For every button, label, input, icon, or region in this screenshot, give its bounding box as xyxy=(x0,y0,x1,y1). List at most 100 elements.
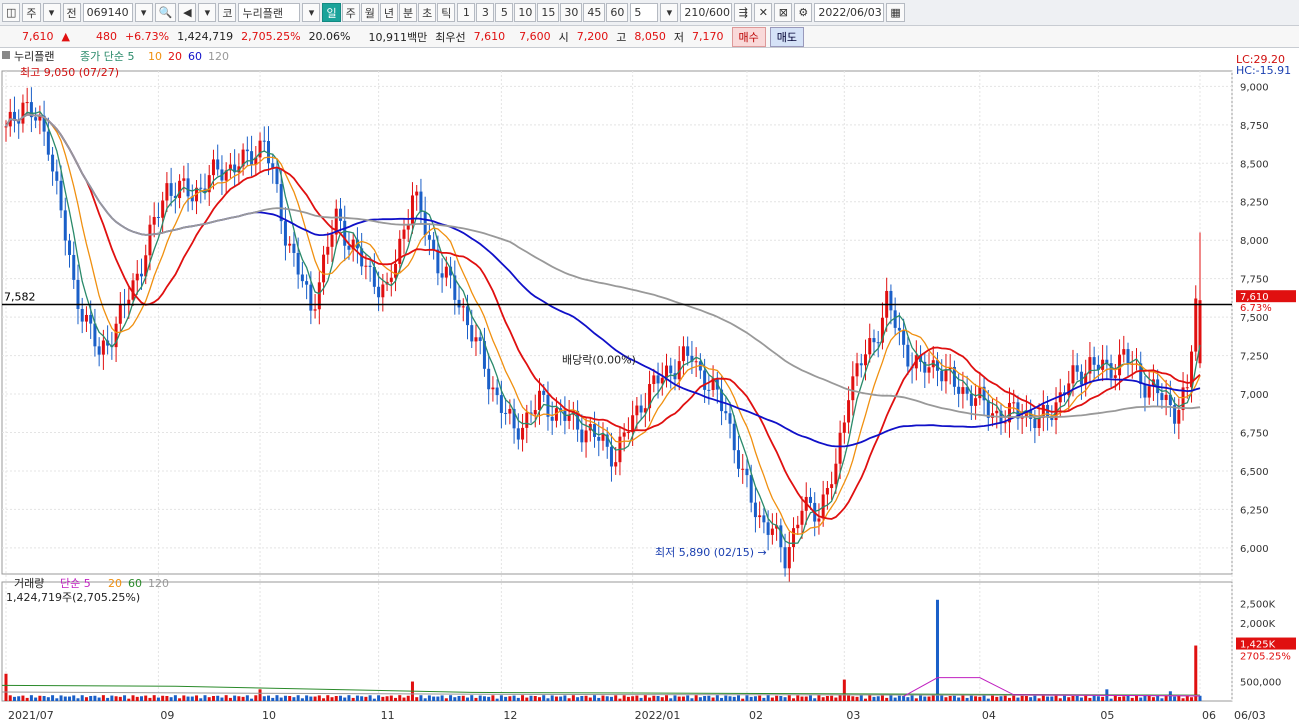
candle-body xyxy=(762,515,766,523)
volume-bar xyxy=(275,695,279,701)
candle-body xyxy=(597,436,601,441)
x-tick-label: 12 xyxy=(503,709,517,722)
volume-bar xyxy=(605,696,609,701)
search-icon[interactable]: 🔍 xyxy=(154,3,177,22)
buy-button[interactable]: 매수 xyxy=(731,26,766,47)
candle-body xyxy=(474,337,478,342)
stock-code-input[interactable]: 069140 xyxy=(82,3,133,22)
candle-body xyxy=(974,398,978,406)
candle-body xyxy=(440,273,444,278)
speaker-icon[interactable]: ◀ xyxy=(178,3,197,22)
current-price: 7,610 xyxy=(22,30,54,43)
candle-body xyxy=(326,246,330,255)
tab-interval-3[interactable]: 10 xyxy=(514,3,537,22)
tab-period-0[interactable]: 일 xyxy=(322,3,341,22)
volume-bar xyxy=(250,698,254,701)
chevron-down-icon[interactable]: ▾ xyxy=(198,3,217,22)
volume-bar xyxy=(817,695,821,701)
volume-bar xyxy=(1016,697,1020,701)
candle-body xyxy=(347,245,351,250)
volume-bar xyxy=(766,695,770,701)
tab-period-3[interactable]: 년 xyxy=(379,3,398,22)
amount-value: 10,911백만 xyxy=(368,30,428,44)
x-tick-label: 02 xyxy=(749,709,763,722)
candle-body xyxy=(694,361,698,363)
tab-interval-0[interactable]: 1 xyxy=(457,3,476,22)
chart-tools-icon[interactable]: ⇶ xyxy=(734,3,753,22)
chevron-down-icon[interactable]: ▾ xyxy=(42,3,61,22)
candle-body xyxy=(309,284,313,311)
tab-period-5[interactable]: 초 xyxy=(418,3,437,22)
count-field[interactable]: 210/600 xyxy=(680,3,733,22)
interval-input[interactable]: 5 xyxy=(630,3,659,22)
chevron-down-icon[interactable]: ▾ xyxy=(134,3,153,22)
low-note: 최저 5,890 (02/15) → xyxy=(655,546,767,559)
tab-interval-5[interactable]: 30 xyxy=(560,3,583,22)
tab-period-4[interactable]: 분 xyxy=(398,3,418,22)
panel-menu-icon[interactable] xyxy=(2,51,10,59)
candle-body xyxy=(1177,410,1181,424)
best-bid-value: 7,600 xyxy=(519,30,551,43)
volume-bar xyxy=(182,695,186,701)
candle-body xyxy=(63,210,67,241)
volume-bar xyxy=(546,698,550,701)
indicator-icon[interactable]: ⊠ xyxy=(774,3,793,22)
chevron-down-icon[interactable]: ▾ xyxy=(660,3,679,22)
stock-name-field[interactable]: 누리플랜 xyxy=(238,3,301,22)
volume-bar xyxy=(72,695,76,701)
volume-bar xyxy=(402,697,406,701)
price-tick-label: 6,000 xyxy=(1240,544,1269,555)
hc-label: HC:-15.91 xyxy=(1236,64,1291,77)
volume-bar xyxy=(419,695,423,701)
candle-body xyxy=(80,308,84,322)
candle-body xyxy=(533,410,537,415)
volume-bar xyxy=(478,695,482,701)
tab-period-1[interactable]: 주 xyxy=(341,3,360,22)
price-legend-item: 10 xyxy=(148,50,162,63)
volume-bar xyxy=(643,695,647,701)
volume-bar xyxy=(923,696,927,701)
candle-body xyxy=(25,102,29,104)
candle-body xyxy=(859,363,863,366)
calendar-icon[interactable]: ▦ xyxy=(886,3,905,22)
gear-icon[interactable]: ⚙ xyxy=(794,3,813,22)
sell-button[interactable]: 매도 xyxy=(769,26,804,47)
tab-period-2[interactable]: 월 xyxy=(360,3,379,22)
candle-body xyxy=(283,221,287,246)
volume-bar xyxy=(385,696,389,701)
tab-interval-1[interactable]: 3 xyxy=(476,3,495,22)
layout-icon[interactable]: ◫ xyxy=(2,3,21,22)
candle-body xyxy=(1071,365,1075,384)
date-input[interactable]: 2022/06/03 xyxy=(814,3,885,22)
volume-bar xyxy=(110,695,114,701)
candle-body xyxy=(758,515,762,518)
candle-body xyxy=(72,254,76,280)
chart-type-select[interactable]: 주 xyxy=(22,3,41,22)
tab-interval-7[interactable]: 60 xyxy=(606,3,629,22)
candle-body xyxy=(961,387,965,394)
chevron-down-icon[interactable]: ▾ xyxy=(302,3,321,22)
candle-body xyxy=(436,249,440,274)
volume-tick-label: 500,000 xyxy=(1240,678,1281,689)
candle-body xyxy=(851,376,855,401)
volume-bar xyxy=(364,696,368,701)
crosshair-icon[interactable]: ✕ xyxy=(754,3,773,22)
candle-body xyxy=(724,411,728,414)
volume-bar xyxy=(398,695,402,701)
tab-period-6[interactable]: 틱 xyxy=(437,3,456,22)
volume-bar xyxy=(563,695,567,701)
stock-chart[interactable]: 9,000 8,750 8,500 8,250 8,000 7,750 7,500 7,250… xyxy=(0,49,1299,723)
volume-bar xyxy=(195,695,199,701)
tab-interval-2[interactable]: 5 xyxy=(495,3,514,22)
candle-body xyxy=(368,265,372,267)
tab-interval-6[interactable]: 45 xyxy=(583,3,606,22)
volume-bar xyxy=(665,695,669,701)
volume-bar xyxy=(1143,695,1147,701)
volume-bar xyxy=(656,696,660,701)
price-tick-label: 8,750 xyxy=(1240,121,1269,132)
price-tick-label: 8,250 xyxy=(1240,198,1269,209)
tab-interval-4[interactable]: 15 xyxy=(537,3,560,22)
candle-body xyxy=(275,168,279,185)
candle-body xyxy=(491,387,495,390)
market-select[interactable]: 전 xyxy=(62,3,81,22)
